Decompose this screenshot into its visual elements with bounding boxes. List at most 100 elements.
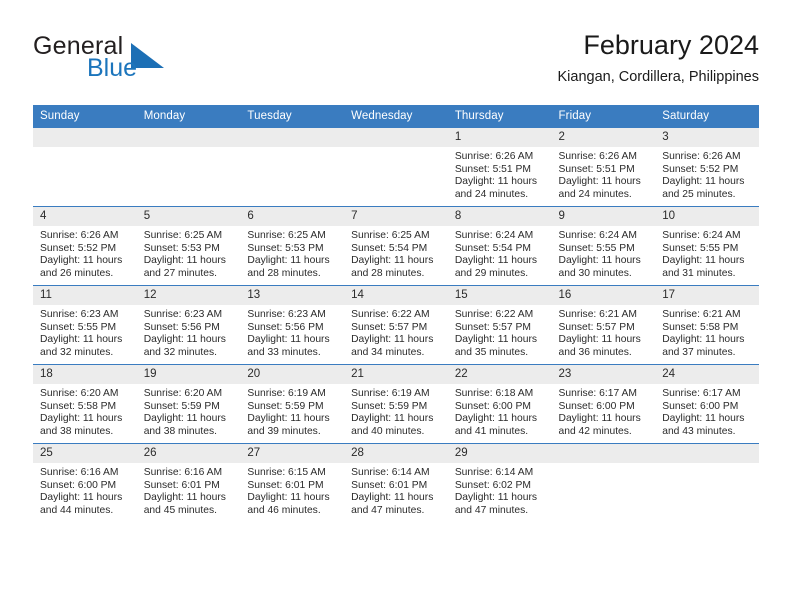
sunset-text: Sunset: 5:57 PM xyxy=(454,321,531,333)
sunset-text: Sunset: 6:00 PM xyxy=(454,400,531,412)
daylight-text: Daylight: 11 hours and 44 minutes. xyxy=(40,492,123,516)
calendar-day-cell[interactable]: 4 Sunrise: 6:26 AM Sunset: 5:52 PM Daylight… xyxy=(33,206,137,286)
sunset-text: Sunset: 5:59 PM xyxy=(247,400,324,412)
day-number: 18 xyxy=(33,365,137,384)
day-details: Sunrise: 6:14 AM Sunset: 6:02 PM Daylight:… xyxy=(448,463,552,517)
calendar-day-cell[interactable]: 18 Sunrise: 6:20 AM Sunset: 5:58 PM Dayligh… xyxy=(33,364,137,444)
daylight-text: Daylight: 11 hours and 33 minutes. xyxy=(247,334,330,358)
calendar-day-cell[interactable]: 14 Sunrise: 6:22 AM Sunset: 5:57 PM Dayligh… xyxy=(344,285,448,365)
calendar-day-cell[interactable]: 23 Sunrise: 6:17 AM Sunset: 6:00 PM Dayligh… xyxy=(551,364,656,444)
daylight-text: Daylight: 11 hours and 47 minutes. xyxy=(351,492,434,516)
day-number xyxy=(240,128,345,147)
sunset-text: Sunset: 5:55 PM xyxy=(662,242,739,254)
day-details: Sunrise: 6:17 AM Sunset: 6:00 PM Daylight:… xyxy=(552,384,656,438)
calendar-day-cell[interactable]: 15 Sunrise: 6:22 AM Sunset: 5:57 PM Dayligh… xyxy=(447,285,552,365)
daylight-text: Daylight: 11 hours and 30 minutes. xyxy=(558,255,641,279)
sunrise-text: Sunrise: 6:26 AM xyxy=(558,151,637,162)
calendar-day-cell[interactable]: 25 Sunrise: 6:16 AM Sunset: 6:00 PM Dayligh… xyxy=(33,443,137,522)
day-number: 14 xyxy=(344,286,448,305)
sunrise-text: Sunrise: 6:24 AM xyxy=(454,230,534,241)
day-number: 23 xyxy=(551,365,656,384)
sunset-text: Sunset: 5:58 PM xyxy=(662,321,739,333)
sunset-text: Sunset: 5:53 PM xyxy=(247,242,324,254)
day-details: Sunrise: 6:24 AM Sunset: 5:54 PM Daylight:… xyxy=(448,226,552,280)
day-details: Sunrise: 6:23 AM Sunset: 5:56 PM Daylight:… xyxy=(240,305,344,359)
day-number: 24 xyxy=(655,365,759,384)
day-number: 3 xyxy=(655,128,759,147)
day-number: 25 xyxy=(33,444,137,463)
daylight-text: Daylight: 11 hours and 31 minutes. xyxy=(662,255,745,279)
sunset-text: Sunset: 6:00 PM xyxy=(40,479,117,491)
calendar-day-cell[interactable]: 10 Sunrise: 6:24 AM Sunset: 5:55 PM Dayligh… xyxy=(655,206,759,286)
calendar-day-cell[interactable]: 27 Sunrise: 6:15 AM Sunset: 6:01 PM Dayligh… xyxy=(240,443,345,522)
daylight-text: Daylight: 11 hours and 42 minutes. xyxy=(558,413,641,437)
calendar-day-cell[interactable]: 9 Sunrise: 6:24 AM Sunset: 5:55 PM Daylight… xyxy=(551,206,656,286)
day-details: Sunrise: 6:20 AM Sunset: 5:59 PM Daylight:… xyxy=(137,384,241,438)
calendar-week-row: 11 Sunrise: 6:23 AM Sunset: 5:55 PM Dayligh… xyxy=(33,285,759,365)
calendar-day-cell[interactable]: 16 Sunrise: 6:21 AM Sunset: 5:57 PM Dayligh… xyxy=(551,285,656,365)
weekday-header-friday: Friday xyxy=(551,105,656,128)
day-number: 2 xyxy=(551,128,656,147)
calendar-day-cell[interactable]: 5 Sunrise: 6:25 AM Sunset: 5:53 PM Daylight… xyxy=(136,206,241,286)
calendar-day-cell[interactable]: 28 Sunrise: 6:14 AM Sunset: 6:01 PM Dayligh… xyxy=(344,443,448,522)
day-details: Sunrise: 6:19 AM Sunset: 5:59 PM Daylight:… xyxy=(344,384,448,438)
day-number: 4 xyxy=(33,207,137,226)
daylight-text: Daylight: 11 hours and 46 minutes. xyxy=(247,492,330,516)
sunrise-text: Sunrise: 6:17 AM xyxy=(558,388,637,399)
weekday-header-thursday: Thursday xyxy=(447,105,552,128)
day-details: Sunrise: 6:18 AM Sunset: 6:00 PM Daylight:… xyxy=(448,384,552,438)
sunset-text: Sunset: 6:01 PM xyxy=(351,479,428,491)
brand-logo[interactable]: General Blue xyxy=(33,32,263,94)
calendar-week-row: 4 Sunrise: 6:26 AM Sunset: 5:52 PM Daylight… xyxy=(33,206,759,286)
daylight-text: Daylight: 11 hours and 45 minutes. xyxy=(143,492,226,516)
sunrise-text: Sunrise: 6:17 AM xyxy=(662,388,741,399)
calendar-day-cell[interactable]: 24 Sunrise: 6:17 AM Sunset: 6:00 PM Dayligh… xyxy=(655,364,759,444)
daylight-text: Daylight: 11 hours and 39 minutes. xyxy=(247,413,330,437)
day-details: Sunrise: 6:21 AM Sunset: 5:57 PM Daylight:… xyxy=(552,305,656,359)
sunrise-text: Sunrise: 6:21 AM xyxy=(662,309,741,320)
calendar-day-cell[interactable]: 29 Sunrise: 6:14 AM Sunset: 6:02 PM Dayligh… xyxy=(447,443,552,522)
calendar-day-cell[interactable]: 20 Sunrise: 6:19 AM Sunset: 5:59 PM Dayligh… xyxy=(240,364,345,444)
daylight-text: Daylight: 11 hours and 32 minutes. xyxy=(40,334,123,358)
calendar-day-cell[interactable]: 2 Sunrise: 6:26 AM Sunset: 5:51 PM Daylight… xyxy=(551,127,656,207)
calendar-day-cell[interactable]: 19 Sunrise: 6:20 AM Sunset: 5:59 PM Dayligh… xyxy=(136,364,241,444)
calendar-day-cell[interactable]: 21 Sunrise: 6:19 AM Sunset: 5:59 PM Dayligh… xyxy=(344,364,448,444)
calendar-day-cell[interactable]: 3 Sunrise: 6:26 AM Sunset: 5:52 PM Daylight… xyxy=(655,127,759,207)
sunset-text: Sunset: 5:55 PM xyxy=(558,242,635,254)
calendar-day-cell-empty xyxy=(655,443,759,522)
calendar-day-cell[interactable]: 22 Sunrise: 6:18 AM Sunset: 6:00 PM Dayligh… xyxy=(447,364,552,444)
sunset-text: Sunset: 6:02 PM xyxy=(454,479,531,491)
calendar-day-cell[interactable]: 1 Sunrise: 6:26 AM Sunset: 5:51 PM Daylight… xyxy=(447,127,552,207)
calendar-day-cell[interactable]: 7 Sunrise: 6:25 AM Sunset: 5:54 PM Daylight… xyxy=(344,206,448,286)
day-number: 9 xyxy=(551,207,656,226)
daylight-text: Daylight: 11 hours and 26 minutes. xyxy=(40,255,123,279)
calendar-day-cell[interactable]: 6 Sunrise: 6:25 AM Sunset: 5:53 PM Daylight… xyxy=(240,206,345,286)
calendar-day-cell[interactable]: 13 Sunrise: 6:23 AM Sunset: 5:56 PM Dayligh… xyxy=(240,285,345,365)
day-details: Sunrise: 6:14 AM Sunset: 6:01 PM Daylight:… xyxy=(344,463,448,517)
daylight-text: Daylight: 11 hours and 27 minutes. xyxy=(143,255,226,279)
day-details: Sunrise: 6:25 AM Sunset: 5:54 PM Daylight:… xyxy=(344,226,448,280)
calendar-day-cell[interactable]: 8 Sunrise: 6:24 AM Sunset: 5:54 PM Daylight… xyxy=(447,206,552,286)
sunrise-text: Sunrise: 6:22 AM xyxy=(351,309,430,320)
day-details: Sunrise: 6:25 AM Sunset: 5:53 PM Daylight:… xyxy=(240,226,344,280)
weekday-header-monday: Monday xyxy=(136,105,241,128)
calendar-day-cell[interactable]: 11 Sunrise: 6:23 AM Sunset: 5:55 PM Dayligh… xyxy=(33,285,137,365)
day-details: Sunrise: 6:21 AM Sunset: 5:58 PM Daylight:… xyxy=(655,305,759,359)
calendar-day-cell[interactable]: 17 Sunrise: 6:21 AM Sunset: 5:58 PM Dayligh… xyxy=(655,285,759,365)
day-details: Sunrise: 6:19 AM Sunset: 5:59 PM Daylight:… xyxy=(240,384,344,438)
day-number: 12 xyxy=(136,286,241,305)
calendar-day-cell[interactable]: 12 Sunrise: 6:23 AM Sunset: 5:56 PM Dayligh… xyxy=(136,285,241,365)
calendar-day-cell-empty xyxy=(344,127,448,207)
weekday-header-wednesday: Wednesday xyxy=(344,105,448,128)
daylight-text: Daylight: 11 hours and 47 minutes. xyxy=(454,492,538,516)
sunrise-text: Sunrise: 6:20 AM xyxy=(40,388,119,399)
day-number: 15 xyxy=(447,286,552,305)
daylight-text: Daylight: 11 hours and 28 minutes. xyxy=(351,255,434,279)
daylight-text: Daylight: 11 hours and 25 minutes. xyxy=(662,176,745,200)
calendar-day-cell[interactable]: 26 Sunrise: 6:16 AM Sunset: 6:01 PM Dayligh… xyxy=(136,443,241,522)
day-details: Sunrise: 6:16 AM Sunset: 6:01 PM Daylight:… xyxy=(137,463,241,517)
day-details: Sunrise: 6:22 AM Sunset: 5:57 PM Daylight:… xyxy=(448,305,552,359)
day-number: 5 xyxy=(136,207,241,226)
sunrise-text: Sunrise: 6:16 AM xyxy=(40,467,119,478)
day-details: Sunrise: 6:22 AM Sunset: 5:57 PM Daylight:… xyxy=(344,305,448,359)
